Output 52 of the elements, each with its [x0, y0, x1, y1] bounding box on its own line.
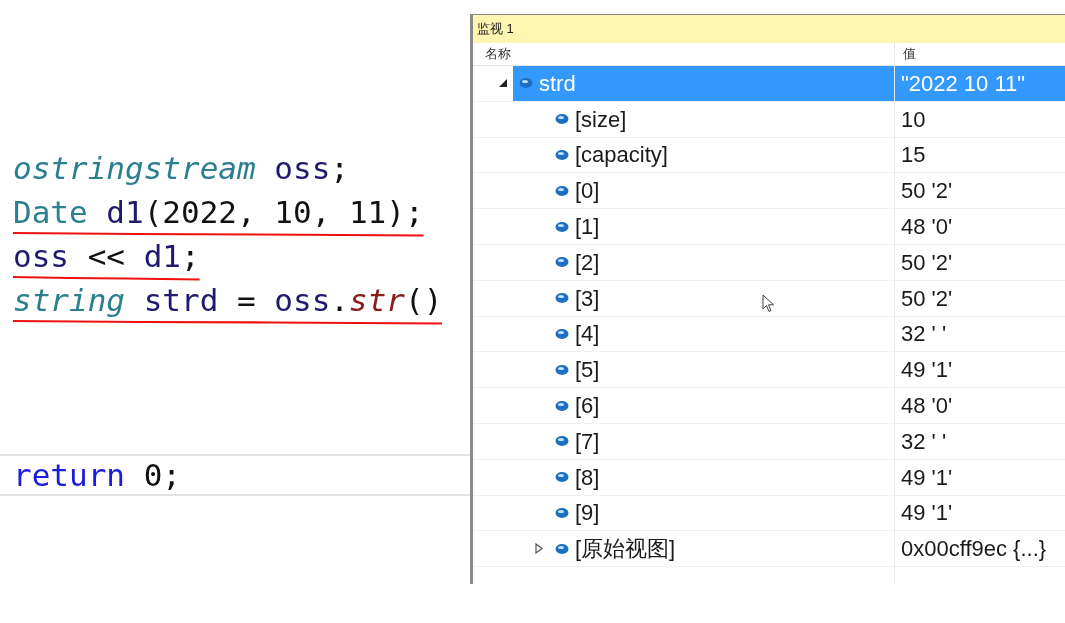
tree-item[interactable]: [0] [549, 173, 894, 209]
value-cell-text: 49 '1' [900, 499, 954, 528]
column-header[interactable]: 名称 [473, 43, 895, 65]
tree-item[interactable]: [5] [549, 352, 894, 388]
tree-item[interactable]: [6] [549, 388, 894, 423]
tree-item[interactable]: [capacity] [549, 137, 894, 173]
field-icon [555, 149, 569, 161]
value-cell-text: 32 ' ' [900, 427, 948, 456]
field-icon [555, 471, 569, 484]
field-icon [555, 399, 569, 412]
tree-item[interactable]: [3] [549, 280, 894, 316]
field-icon [555, 506, 569, 519]
field-icon [555, 256, 569, 269]
field-icon [555, 113, 569, 126]
field-icon [555, 542, 569, 555]
value-cell-text: 49 '1' [900, 356, 954, 385]
value-cell-text: 0x00cff9ec {...} [900, 535, 1048, 564]
value-cell-text: 49 '1' [900, 463, 954, 492]
tree-item[interactable]: [4] [549, 316, 894, 352]
code-line: oss << d1; [13, 237, 200, 275]
field-icon [555, 435, 569, 448]
value-cell-text: 50 '2' [900, 248, 954, 277]
code-line: string strd = oss.str() [13, 281, 443, 319]
value-cell-text: 48 '0' [900, 213, 954, 242]
field-icon [555, 327, 569, 340]
tree-item[interactable]: [原始视图] [549, 531, 894, 567]
cursor-icon [762, 294, 775, 313]
tree-item[interactable]: [9] [549, 495, 894, 531]
code-line: return 0; [13, 456, 181, 494]
field-icon [555, 220, 569, 233]
field-icon [555, 292, 569, 305]
value-cell-text: 15 [900, 141, 927, 170]
column-header[interactable]: 值 [895, 43, 1065, 65]
expanded-arrow-icon[interactable] [499, 79, 507, 88]
tree-item[interactable]: [7] [549, 423, 894, 459]
field-icon [555, 363, 569, 376]
field-icon [519, 77, 533, 90]
tree-item[interactable]: [1] [549, 209, 894, 244]
code-line: Date d1(2022, 10, 11); [13, 193, 424, 231]
value-cell-text: 32 ' ' [900, 320, 948, 349]
code-line: ostringstream oss; [13, 149, 349, 187]
tree-item[interactable]: [2] [549, 245, 894, 280]
value-cell-text: 10 [900, 105, 927, 134]
value-cell-text: 50 '2' [900, 284, 954, 313]
tree-item[interactable]: [size] [549, 101, 894, 137]
tree-item[interactable]: [8] [549, 459, 894, 495]
value-cell-text: 50 '2' [900, 177, 954, 206]
value-cell: "2022 10 11" [895, 66, 1065, 101]
field-icon [555, 184, 569, 197]
panel-title: 监视 1 [473, 15, 1065, 43]
value-cell-text: 48 '0' [900, 392, 954, 421]
collapsed-arrow-icon[interactable] [535, 543, 543, 555]
